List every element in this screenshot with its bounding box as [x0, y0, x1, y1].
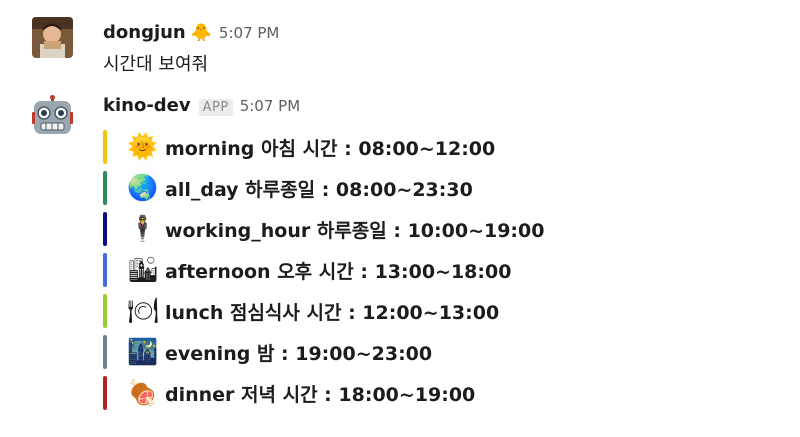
attachment-text: dinner 저녁 시간 : 18:00~19:00 [165, 383, 476, 406]
attachment-text: morning 아침 시간 : 08:00~12:00 [165, 137, 496, 160]
attachment-color-bar [103, 253, 107, 287]
meat-icon: 🍖 [127, 378, 159, 407]
globe-icon: 🌏 [127, 173, 159, 202]
attachment-text: afternoon 오후 시간 : 13:00~18:00 [165, 260, 512, 283]
attachment-working-hour: 🕴 working_hour 하루종일 : 10:00~19:00 [103, 212, 544, 246]
plate-icon: 🍽 [127, 296, 159, 325]
attachment-afternoon: 🏙 afternoon 오후 시간 : 13:00~18:00 [103, 253, 511, 287]
attachment-lunch: 🍽 lunch 점심식사 시간 : 12:00~13:00 [103, 294, 499, 328]
attachment-text: all_day 하루종일 : 08:00~23:30 [165, 178, 473, 201]
bot-avatar[interactable] [32, 95, 73, 136]
sun-icon: 🌞 [127, 132, 159, 161]
attachment-morning: 🌞 morning 아침 시간 : 08:00~12:00 [103, 130, 495, 164]
night-city-icon: 🌃 [127, 337, 159, 366]
attachment-color-bar [103, 335, 107, 369]
status-emoji: 🐥 [190, 23, 212, 43]
businessman-icon: 🕴 [127, 214, 159, 243]
attachment-color-bar [103, 171, 107, 205]
attachment-text: working_hour 하루종일 : 10:00~19:00 [165, 219, 545, 242]
author-name[interactable]: kino-dev [103, 95, 191, 116]
timestamp[interactable]: 5:07 PM [240, 97, 300, 115]
cityscape-icon: 🏙 [127, 255, 159, 284]
author-name[interactable]: dongjun [103, 22, 186, 43]
attachment-text: evening 밤 : 19:00~23:00 [165, 342, 433, 365]
message-text: 시간대 보여줘 [103, 54, 209, 75]
attachment-text: lunch 점심식사 시간 : 12:00~13:00 [165, 301, 500, 324]
attachment-color-bar [103, 294, 107, 328]
user-avatar[interactable] [32, 17, 73, 58]
attachment-all-day: 🌏 all_day 하루종일 : 08:00~23:30 [103, 171, 473, 205]
attachment-color-bar [103, 130, 107, 164]
attachment-color-bar [103, 376, 107, 410]
attachment-color-bar [103, 212, 107, 246]
attachment-evening: 🌃 evening 밤 : 19:00~23:00 [103, 335, 432, 369]
app-badge: APP [198, 99, 233, 116]
timestamp[interactable]: 5:07 PM [219, 24, 279, 42]
attachment-dinner: 🍖 dinner 저녁 시간 : 18:00~19:00 [103, 376, 475, 410]
